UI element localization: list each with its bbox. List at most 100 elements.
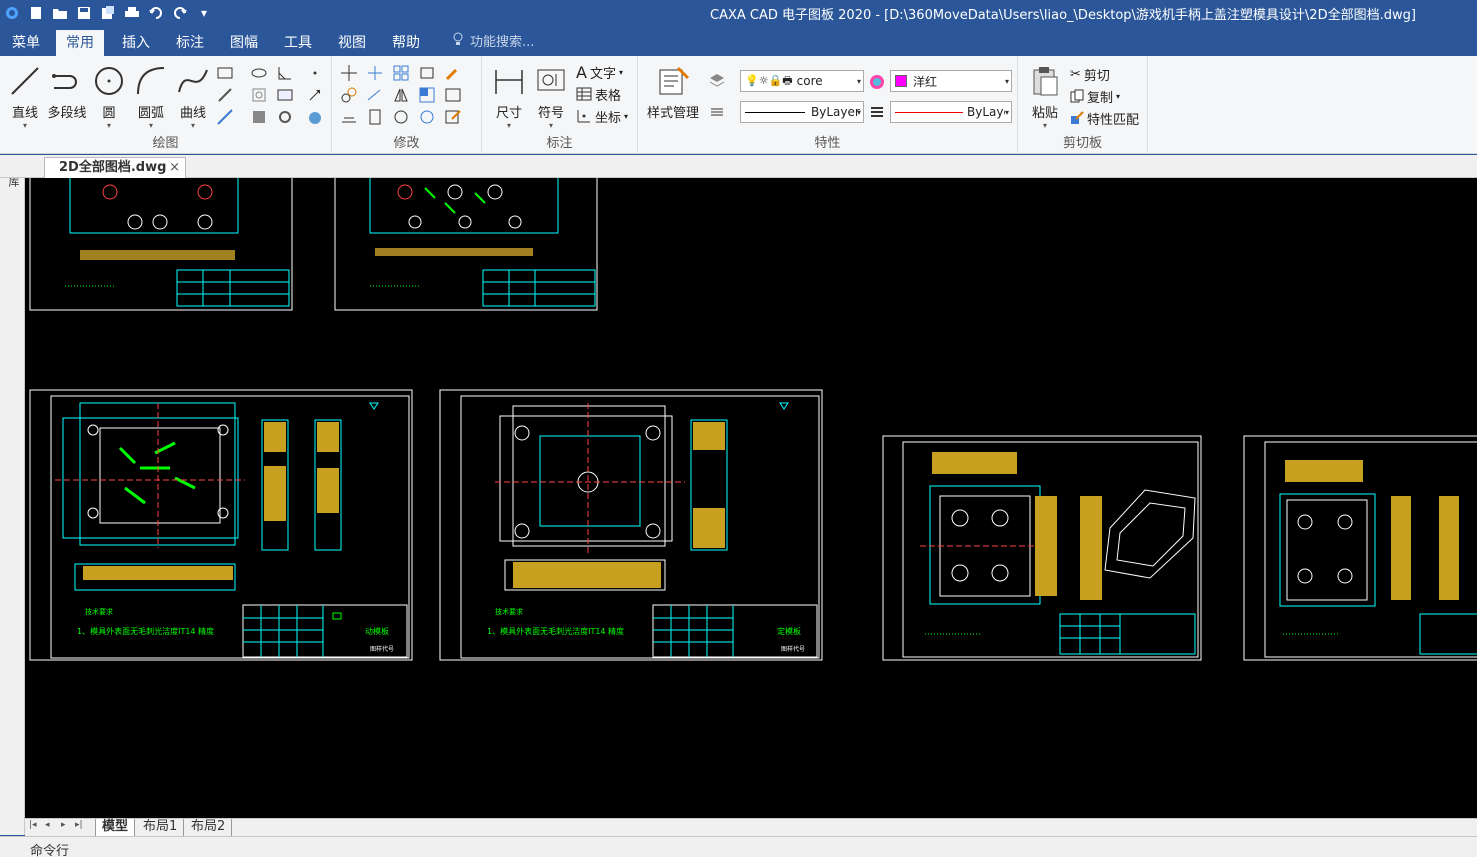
arc-button[interactable]: 圆弧 ▾ xyxy=(130,62,172,132)
tab-insert[interactable]: 插入 xyxy=(112,30,160,56)
layout-tab-layout1[interactable]: 布局1 xyxy=(137,819,185,836)
edit-icon[interactable] xyxy=(444,108,462,126)
linetype-icon[interactable] xyxy=(708,103,726,121)
title-block-name-2: 定模板 xyxy=(777,626,801,636)
tab-view[interactable]: 视图 xyxy=(328,30,376,56)
mirror-icon[interactable] xyxy=(392,86,410,104)
break-icon[interactable] xyxy=(366,108,384,126)
cut-button[interactable]: ✂ 剪切 xyxy=(1070,64,1110,84)
tab-tools[interactable]: 工具 xyxy=(274,30,322,56)
circle-icon xyxy=(95,67,123,95)
lineweight-select[interactable]: ByLayer ▾ xyxy=(890,101,1012,123)
app-logo-icon[interactable] xyxy=(2,4,22,22)
drawing-sheet-movable-plate: 技术要求 1、模具外表面无毛刺光洁度IT14 精度 动模板 图样代号 xyxy=(29,389,413,661)
scale-icon[interactable] xyxy=(418,86,436,104)
extend-icon[interactable] xyxy=(366,86,384,104)
customize-qat-icon[interactable]: ▾ xyxy=(194,4,214,22)
tab-sheet[interactable]: 图幅 xyxy=(220,30,268,56)
undo-icon[interactable] xyxy=(146,4,166,22)
tab-help[interactable]: 帮助 xyxy=(382,30,430,56)
color-select[interactable]: 洋红 ▾ xyxy=(890,70,1012,92)
fillet-icon[interactable] xyxy=(418,108,436,126)
last-layout-icon[interactable]: ▸| xyxy=(75,820,83,830)
open-folder-icon[interactable] xyxy=(50,4,70,22)
copy-button[interactable]: 复制 ▾ xyxy=(1070,86,1120,106)
app-window: ▾ CAXA CAD 电子图板 2020 - [D:\360MoveData\U… xyxy=(0,0,1477,857)
coordinate-button[interactable]: 坐标 ▾ xyxy=(576,106,628,126)
text-button[interactable]: A 文字 ▾ xyxy=(576,62,623,82)
lineweight-preview xyxy=(895,111,963,113)
brush-icon[interactable] xyxy=(444,64,462,82)
center-line-icon[interactable] xyxy=(276,86,294,104)
copy-object-icon[interactable] xyxy=(340,86,358,104)
document-tab-label: 2D全部图档.dwg xyxy=(59,160,167,175)
drawing-canvas[interactable]: 技术要求 1、模具外表面无毛刺光洁度IT14 精度 动模板 图样代号 技术要求 … xyxy=(25,178,1477,818)
circle-button[interactable]: 圆 ▾ xyxy=(88,62,130,132)
close-icon[interactable]: × xyxy=(169,158,180,178)
table-button[interactable]: 表格 xyxy=(576,84,621,104)
trim-icon[interactable] xyxy=(366,64,384,82)
feature-search[interactable]: 功能搜索... xyxy=(452,30,534,56)
curve-button[interactable]: 曲线 ▾ xyxy=(172,62,214,132)
dimension-button[interactable]: 尺寸 ▾ xyxy=(488,62,530,132)
paste-button[interactable]: 粘贴 ▾ xyxy=(1024,62,1066,132)
linetype-preview xyxy=(745,111,805,113)
document-tab[interactable]: 2D全部图档.dwg × xyxy=(44,157,186,178)
point-icon[interactable] xyxy=(306,64,324,82)
tab-menu[interactable]: 菜单 xyxy=(2,30,50,56)
group-modify: 修改 xyxy=(332,56,482,154)
command-line-label: 命令行 xyxy=(30,844,70,857)
group-clipboard: 粘贴 ▾ ✂ 剪切 复制 ▾ 特性匹配 剪切板 xyxy=(1018,56,1148,154)
print-icon[interactable] xyxy=(122,4,142,22)
layout-tab-layout2[interactable]: 布局2 xyxy=(185,819,233,836)
boundary-icon[interactable] xyxy=(250,86,268,104)
redo-icon[interactable] xyxy=(170,4,190,22)
move-icon[interactable] xyxy=(340,64,358,82)
drawing-sheet-top-left xyxy=(29,178,293,311)
tech-note-text-2: 1、模具外表面无毛刺光洁度IT14 精度 xyxy=(487,626,624,636)
pointer-icon[interactable] xyxy=(306,86,324,104)
color-wheel-icon[interactable] xyxy=(868,73,886,91)
chamfer-icon[interactable] xyxy=(276,64,294,82)
linetype-select[interactable]: ByLayer ▾ xyxy=(740,101,864,123)
layer-state-icons: 💡☼🔒🖶 xyxy=(745,73,793,87)
layer-manager-icon[interactable] xyxy=(708,72,726,90)
stretch-icon[interactable] xyxy=(444,86,462,104)
block-icon[interactable] xyxy=(250,108,268,126)
coordinate-icon xyxy=(577,110,590,123)
drawing-sheet-top-middle xyxy=(334,178,598,311)
gear-icon[interactable] xyxy=(276,108,294,126)
hatch-line-icon[interactable] xyxy=(216,86,234,104)
curve-icon xyxy=(178,69,208,93)
match-properties-button[interactable]: 特性匹配 xyxy=(1070,108,1139,128)
tab-annotate[interactable]: 标注 xyxy=(166,30,214,56)
next-layout-icon[interactable]: ▸ xyxy=(61,820,66,830)
symbol-button[interactable]: 符号 ▾ xyxy=(530,62,572,132)
ellipse-icon[interactable] xyxy=(250,64,268,82)
layer-value: core xyxy=(796,74,823,88)
layout-tab-model[interactable]: 模型 xyxy=(95,819,136,836)
save-as-icon[interactable] xyxy=(98,4,118,22)
array-icon[interactable] xyxy=(392,64,410,82)
construct-line-icon[interactable] xyxy=(216,108,234,126)
prev-layout-icon[interactable]: ◂ xyxy=(45,820,50,830)
arc-icon xyxy=(137,67,165,95)
layer-select[interactable]: 💡☼🔒🖶 core ▾ xyxy=(740,70,864,92)
line-button[interactable]: 直线 ▾ xyxy=(4,62,46,132)
rotate-icon[interactable] xyxy=(392,108,410,126)
tab-home[interactable]: 常用 xyxy=(56,30,104,56)
library-side-panel[interactable]: 图库 xyxy=(0,155,25,835)
fill-icon[interactable] xyxy=(306,108,324,126)
tech-note-title: 技术要求 xyxy=(85,607,113,616)
rectangle-icon[interactable] xyxy=(216,64,234,82)
new-file-icon[interactable] xyxy=(26,4,46,22)
save-icon[interactable] xyxy=(74,4,94,22)
explode-icon[interactable] xyxy=(418,64,436,82)
first-layout-icon[interactable]: |◂ xyxy=(29,820,37,830)
polyline-button[interactable]: 多段线 xyxy=(46,62,88,132)
offset-icon[interactable] xyxy=(340,108,358,126)
style-manager-button[interactable]: 样式管理 xyxy=(647,62,699,132)
lineweight-icon[interactable] xyxy=(868,103,886,121)
command-line[interactable]: 命令行 xyxy=(0,836,1477,857)
color-swatch xyxy=(895,75,907,87)
